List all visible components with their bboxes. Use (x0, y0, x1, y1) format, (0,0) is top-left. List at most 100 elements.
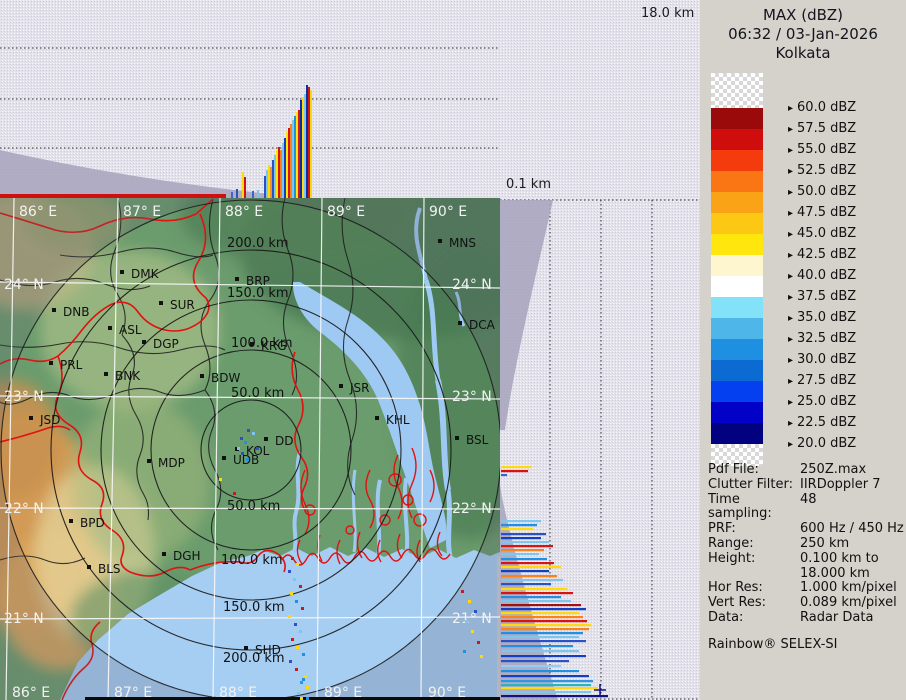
echo-speck (289, 660, 292, 663)
echo-column (244, 177, 246, 198)
colorbar-tick-icon: ▸ (788, 124, 793, 135)
station-marker (250, 342, 254, 346)
radar-site-name: Kolkata (700, 44, 906, 63)
colorbar-boundary-label: 25.0 dBZ (797, 394, 856, 409)
side-height-projection-panel (500, 198, 700, 700)
echo-speck (471, 630, 474, 633)
colorbar-label-row: ▸50.0 dBZ (788, 184, 856, 199)
echo-speck (299, 585, 302, 588)
parallel-label-right: 22° N (452, 501, 492, 517)
station-marker (108, 326, 112, 330)
station-label: KHL (386, 413, 410, 427)
echo-speck (474, 610, 477, 613)
station-marker (235, 277, 239, 281)
parallel-label-left: 23° N (4, 389, 44, 405)
station-marker (52, 308, 56, 312)
colorbar-boundary-label: 55.0 dBZ (797, 142, 856, 157)
metadata-label: Range: (708, 537, 800, 552)
echo-bar (501, 636, 579, 638)
colorbar-label-row: ▸35.0 dBZ (788, 310, 856, 325)
echo-column (272, 160, 274, 198)
colorbar-cell (711, 108, 763, 129)
echo-bar (501, 650, 579, 652)
metadata-row: 18.000 km (708, 567, 906, 582)
colorbar-tick-icon: ▸ (788, 166, 793, 177)
metadata-value: Radar Data (800, 611, 906, 626)
colorbar-boundary-label: 30.0 dBZ (797, 352, 856, 367)
echo-column (286, 132, 288, 198)
echo-column (306, 85, 308, 198)
meridian-label-top: 86° E (19, 204, 57, 220)
colorbar-label-row: ▸40.0 dBZ (788, 268, 856, 283)
colorbar-boundary-label: 50.0 dBZ (797, 184, 856, 199)
colorbar-tick-icon: ▸ (788, 313, 793, 324)
station-label: BLS (98, 562, 121, 576)
station-marker (29, 416, 33, 420)
echo-speck (288, 570, 291, 573)
colorbar-cell (711, 423, 763, 444)
metadata-value: 250 km (800, 537, 906, 552)
echo-bar (501, 600, 571, 602)
echo-bar (501, 616, 583, 618)
echo-bar (501, 549, 544, 551)
metadata-value: 48 (800, 493, 906, 523)
echo-speck (302, 678, 305, 681)
echo-column (310, 90, 312, 198)
metadata-value: 0.100 km to (800, 552, 906, 567)
station-label: MDP (158, 456, 185, 470)
colorbar-cell (711, 171, 763, 192)
echo-bar (501, 579, 563, 581)
colorbar-label-row: ▸ 52.5 dBZ (788, 163, 856, 178)
echo-speck (304, 675, 307, 678)
station-label: ASL (119, 323, 142, 337)
parallel-label-right: 24° N (452, 277, 492, 293)
metadata-label: Height: (708, 552, 800, 567)
station-marker (87, 565, 91, 569)
product-title: MAX (dBZ) (700, 6, 906, 25)
echo-speck (480, 655, 483, 658)
metadata-label: PRF: (708, 522, 800, 537)
parallel-label-left: 21° N (4, 611, 44, 627)
echo-bar (501, 537, 541, 539)
echo-bar (501, 655, 586, 657)
echo-bar (501, 645, 573, 647)
echo-bar (501, 520, 541, 522)
echo-column (300, 100, 302, 198)
echo-column (290, 124, 292, 198)
echo-column (276, 150, 278, 198)
colorbar-label-row: ▸57.5 dBZ (788, 121, 856, 136)
station-marker (120, 270, 124, 274)
metadata-row: Clutter Filter:IIRDoppler 7 (708, 478, 906, 493)
product-timestamp: 06:32 / 03-Jan-2026 (700, 25, 906, 44)
meridian-label-top: 87° E (123, 204, 161, 220)
station-label: SUR (170, 298, 195, 312)
metadata-value: 0.089 km/pixel (800, 596, 906, 611)
range-ring-label: 50.0 km (227, 499, 280, 514)
metadata-value: 1.000 km/pixel (800, 581, 906, 596)
station-marker (458, 321, 462, 325)
metadata-row: Range:250 km (708, 537, 906, 552)
echo-bar (501, 566, 561, 568)
echo-speck (291, 638, 294, 641)
echo-bar (501, 541, 549, 543)
echo-column (296, 112, 298, 198)
top-panel-gridlines (0, 48, 500, 148)
legend-panel: MAX (dBZ) 06:32 / 03-Jan-2026 Kolkata ▸6… (700, 0, 906, 700)
echo-speck (297, 692, 300, 695)
echo-column (298, 110, 300, 198)
echo-speck (463, 650, 466, 653)
station-marker (438, 239, 442, 243)
colorbar-boundary-label: 32.5 dBZ (797, 331, 856, 346)
echo-bar (501, 660, 569, 662)
echo-speck (461, 590, 464, 593)
station-label: DGH (173, 549, 201, 563)
colorbar-cell (711, 150, 763, 171)
station-label: DGP (153, 337, 179, 351)
colorbar-label-row: ▸30.0 dBZ (788, 352, 856, 367)
echo-column (280, 150, 282, 198)
station-label: JSR (349, 381, 370, 395)
echo-bar (501, 474, 507, 476)
colorbar-tick-icon: ▸ (788, 229, 793, 240)
echo-column (252, 191, 254, 198)
colorbar-boundary-label: 52.5 dBZ (797, 163, 856, 178)
